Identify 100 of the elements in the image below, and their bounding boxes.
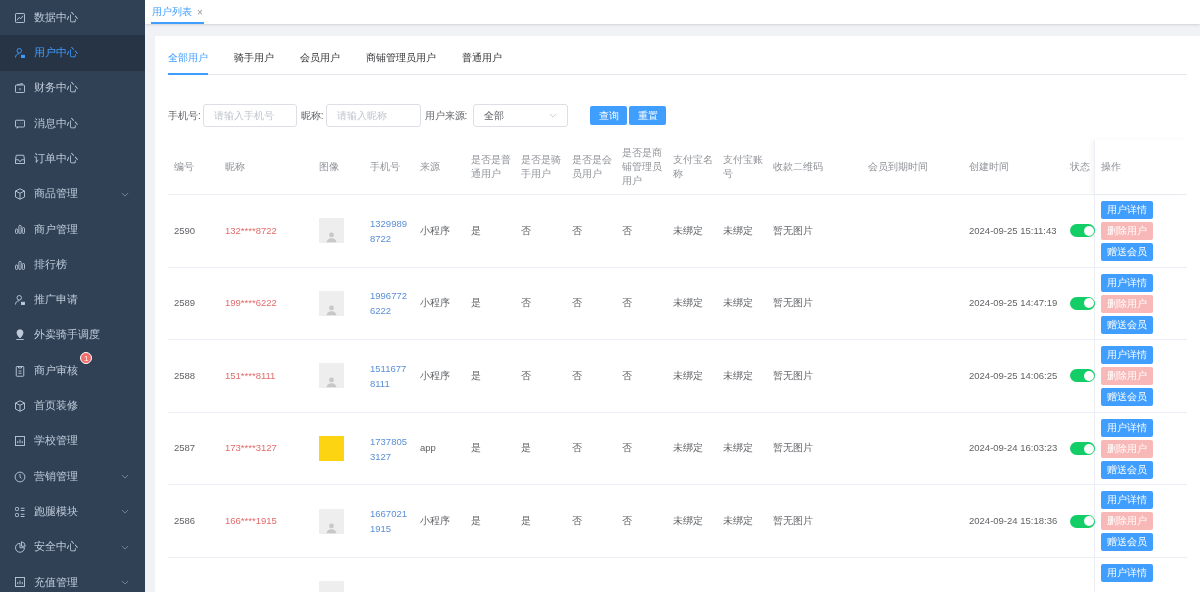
- table-cell-text: 暂无图片: [773, 368, 814, 383]
- phone-link[interactable]: 13299898722: [370, 215, 410, 246]
- table-cell-text: 否: [622, 223, 633, 238]
- pie-chart-icon: [14, 541, 26, 554]
- column-header: 是否是会员用户: [571, 153, 613, 181]
- user-icon: [14, 46, 26, 59]
- filter-tab[interactable]: 全部用户: [168, 50, 208, 75]
- table-cell-text: 166****1915: [225, 514, 278, 529]
- notification-badge: 1: [80, 351, 93, 364]
- filter-tab[interactable]: 商铺管理员用户: [366, 50, 436, 75]
- sidebar-item[interactable]: 用户中心: [0, 35, 145, 71]
- gift-membership-button[interactable]: 赠送会员: [1101, 533, 1153, 552]
- table-cell-text: 199****6222: [225, 296, 278, 311]
- table-cell-text: 2024-09-25 14:47:19: [969, 296, 1059, 311]
- close-button[interactable]: ×: [197, 4, 203, 20]
- table-cell-text: 未绑定: [723, 441, 754, 456]
- column-header: 会员到期时间: [867, 160, 929, 174]
- sidebar-item[interactable]: 推广申请: [0, 282, 145, 318]
- toggle-switch[interactable]: [1070, 369, 1095, 383]
- sidebar-item[interactable]: 安全中心: [0, 529, 145, 565]
- table-cell-text: 否: [622, 368, 633, 383]
- table-cell-text: 小程序: [420, 514, 451, 529]
- sidebar-item[interactable]: 商品管理: [0, 176, 145, 212]
- phone-link[interactable]: 16670211915: [370, 506, 410, 537]
- chevron-down-icon: [121, 509, 129, 515]
- sidebar-item[interactable]: 首页装修: [0, 388, 145, 424]
- table-cell-text: 2024-09-24 15:18:36: [969, 514, 1059, 529]
- clock-icon: [14, 470, 26, 483]
- field-label: 用户来源:: [424, 109, 468, 123]
- list-icon: [14, 505, 26, 518]
- user-details-button[interactable]: 用户详情: [1101, 563, 1153, 582]
- sidebar-item[interactable]: 学校管理: [0, 423, 145, 459]
- sidebar-item[interactable]: 消息中心: [0, 105, 145, 142]
- toggle-switch[interactable]: [1070, 514, 1095, 528]
- table-cell-text: 2587: [174, 441, 197, 456]
- gift-membership-button[interactable]: 赠送会员: [1101, 243, 1153, 261]
- column-header: 收款二维码: [772, 160, 824, 174]
- gift-membership-button[interactable]: 赠送会员: [1101, 460, 1153, 479]
- sidebar-item[interactable]: 商户管理: [0, 211, 145, 248]
- chevron-down-icon: [121, 474, 129, 479]
- inbox-icon: [14, 152, 26, 165]
- phone-link[interactable]: 19967726222: [370, 288, 410, 319]
- table-cell-text: 否: [572, 223, 583, 238]
- column-header: 是否是商铺管理员用户: [621, 146, 663, 188]
- column-header: 昵称: [224, 160, 246, 174]
- table-cell-text: 2024-09-25 14:06:25: [969, 368, 1059, 383]
- cube-icon: [14, 188, 26, 201]
- table-cell-text: 2024-09-25 15:11:43: [969, 223, 1058, 238]
- user-details-button[interactable]: 用户详情: [1101, 491, 1153, 510]
- table-cell-text: 小程序: [420, 223, 451, 238]
- source-select[interactable]: 全部: [473, 104, 569, 127]
- sidebar-item[interactable]: 营销管理: [0, 458, 145, 495]
- chevron-down-icon: [121, 544, 129, 550]
- filter-tab[interactable]: 普通用户: [462, 50, 502, 75]
- chart-icon: [14, 11, 26, 24]
- column-header: 编号: [173, 160, 195, 174]
- table-cell-text: 是: [521, 514, 532, 529]
- table-cell-text: 是: [471, 223, 482, 238]
- gift-membership-button[interactable]: 赠送会员: [1101, 388, 1153, 407]
- sidebar-item[interactable]: 商户审核 1: [0, 352, 145, 389]
- gift-membership-button[interactable]: 赠送会员: [1101, 315, 1153, 334]
- toggle-switch[interactable]: [1070, 224, 1095, 238]
- column-header: 图像: [318, 160, 340, 174]
- message-icon: [14, 117, 26, 130]
- phone-link[interactable]: 15116778111: [370, 361, 410, 391]
- table-cell-text: 未绑定: [673, 514, 704, 529]
- table-cell-text: 未绑定: [673, 223, 704, 238]
- toggle-switch[interactable]: [1070, 442, 1095, 456]
- user-details-button[interactable]: 用户详情: [1101, 418, 1153, 437]
- column-header: 手机号: [369, 160, 401, 174]
- phone-link[interactable]: 17378053127: [370, 433, 410, 464]
- table-cell-text: 未绑定: [673, 441, 704, 456]
- user-details-button[interactable]: 用户详情: [1101, 273, 1153, 292]
- sidebar-item[interactable]: 财务中心: [0, 70, 145, 106]
- sidebar-item[interactable]: 跑腿模块: [0, 494, 145, 530]
- reset-button[interactable]: 重置: [629, 106, 667, 125]
- sidebar-item[interactable]: 充值管理: [0, 564, 145, 592]
- table-cell-text: 未绑定: [723, 223, 754, 238]
- bar-chart-icon: [14, 223, 26, 236]
- table-cell-text: 否: [521, 223, 532, 238]
- field-label: 昵称:: [300, 109, 324, 123]
- search-button[interactable]: 查询: [590, 106, 628, 125]
- page-tab[interactable]: 用户列表 ×: [151, 2, 204, 24]
- filter-tab[interactable]: 会员用户: [300, 50, 340, 75]
- sidebar-item[interactable]: 外卖骑手调度: [0, 317, 145, 353]
- column-header: 创建时间: [968, 160, 1010, 174]
- chevron-down-icon: [121, 579, 129, 585]
- user-details-button[interactable]: 用户详情: [1101, 201, 1153, 219]
- sidebar-item[interactable]: 排行榜: [0, 247, 145, 283]
- sidebar-item[interactable]: 订单中心: [0, 141, 145, 177]
- user-details-button[interactable]: 用户详情: [1101, 346, 1153, 365]
- table-cell-text: 否: [521, 368, 532, 383]
- bar-chart-icon: [14, 258, 26, 271]
- sidebar-item[interactable]: 数据中心: [0, 0, 145, 36]
- table-cell-text: 小程序: [420, 368, 451, 383]
- table-cell-text: 是: [521, 441, 532, 456]
- table-cell-text: 否: [521, 296, 532, 311]
- table-cell-text: 未绑定: [723, 514, 754, 529]
- toggle-switch[interactable]: [1070, 296, 1095, 310]
- filter-tab[interactable]: 骑手用户: [234, 50, 274, 75]
